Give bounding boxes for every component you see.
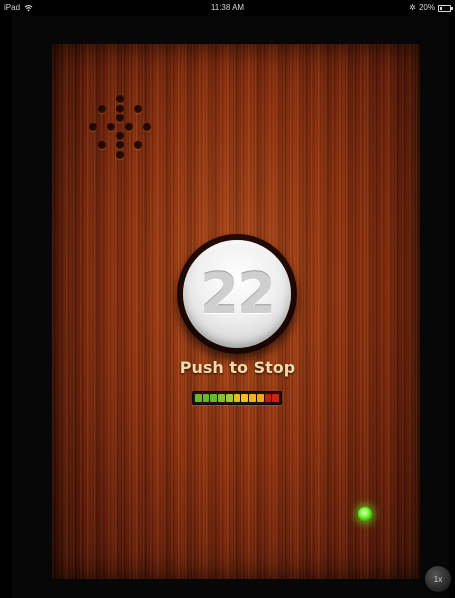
meter-segment [249,394,256,402]
status-time: 11:38 AM [210,3,245,12]
counter-value: 22 [200,261,276,327]
bluetooth-icon: ✲ [409,3,416,12]
meter-segment [202,394,210,402]
battery-icon [438,4,453,12]
meter-segment [241,394,249,402]
button-face[interactable]: 22 [183,240,291,348]
meter-segment [195,394,202,402]
push-to-stop-button[interactable]: 22 [177,234,297,354]
speaker-grill-icon [88,95,152,161]
battery-percent: 20% [418,3,435,12]
level-meter [192,391,282,405]
status-right: ✲ 20% [409,0,453,16]
push-to-stop-label: Push to Stop [179,358,296,377]
meter-segment [218,394,225,402]
meter-segment [272,394,280,402]
meter-segment [256,394,264,402]
meter-segment [210,394,218,402]
meter-segment [233,394,241,402]
meter-segment [225,394,233,402]
indicator-light-icon [358,507,372,521]
meter-segment [264,394,272,402]
status-bar: iPad 11:38 AM ✲ 20% [0,0,455,16]
speed-button[interactable]: 1x [425,566,451,592]
